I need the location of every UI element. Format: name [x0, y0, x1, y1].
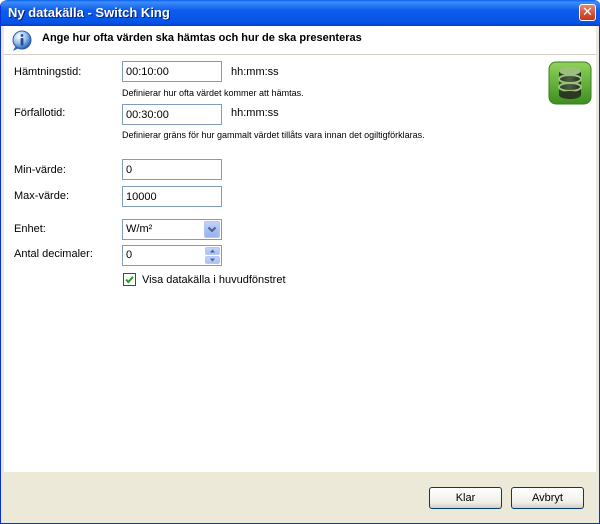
- spin-up-button[interactable]: [205, 247, 220, 255]
- button-footer: [4, 472, 596, 520]
- close-button[interactable]: ✕: [579, 4, 596, 21]
- title-bar[interactable]: Ny datakälla - Switch King ✕: [1, 0, 600, 26]
- spin-up-icon: [210, 249, 215, 253]
- spin-down-icon: [210, 258, 215, 262]
- chevron-down-icon: [207, 226, 217, 233]
- content-panel: [4, 55, 596, 472]
- fetch-time-label: Hämtningstid:: [14, 66, 82, 78]
- min-value-label: Min-värde:: [14, 164, 66, 176]
- show-in-main-label[interactable]: Visa datakälla i huvudfönstret: [142, 274, 286, 286]
- window-title: Ny datakälla - Switch King: [8, 5, 170, 20]
- decimals-spinner[interactable]: 0: [122, 245, 222, 266]
- info-icon: [12, 30, 32, 51]
- unit-label: Enhet:: [14, 223, 46, 235]
- cancel-button[interactable]: Avbryt: [511, 487, 584, 509]
- database-icon: [548, 61, 592, 105]
- min-value-input[interactable]: [122, 159, 222, 180]
- decimals-value: 0: [126, 249, 133, 261]
- unit-select[interactable]: W/m²: [122, 219, 222, 240]
- close-icon: ✕: [582, 4, 593, 19]
- expire-time-input[interactable]: [122, 104, 222, 125]
- ok-button[interactable]: Klar: [429, 487, 502, 509]
- spin-arrows-icon: [205, 247, 220, 264]
- show-in-main-checkbox[interactable]: [123, 273, 136, 286]
- unit-selected-value: W/m²: [126, 223, 153, 235]
- fetch-time-input[interactable]: [122, 61, 222, 82]
- expire-time-unit: hh:mm:ss: [231, 107, 279, 119]
- header-instruction: Ange hur ofta värden ska hämtas och hur …: [42, 32, 362, 44]
- expire-time-label: Förfallotid:: [14, 107, 66, 119]
- spin-down-button[interactable]: [205, 256, 220, 264]
- unit-dropdown-button[interactable]: [204, 221, 220, 238]
- dialog-window: Ny datakälla - Switch King ✕ Ange hur of…: [0, 0, 600, 524]
- fetch-time-hint: Definierar hur ofta värdet kommer att hä…: [122, 88, 304, 98]
- checkmark-icon: [125, 276, 134, 284]
- max-value-label: Max-värde:: [14, 190, 70, 202]
- fetch-time-unit: hh:mm:ss: [231, 66, 279, 78]
- expire-time-hint: Definierar gräns för hur gammalt värdet …: [122, 130, 425, 140]
- max-value-input[interactable]: [122, 186, 222, 207]
- decimals-label: Antal decimaler:: [14, 248, 93, 260]
